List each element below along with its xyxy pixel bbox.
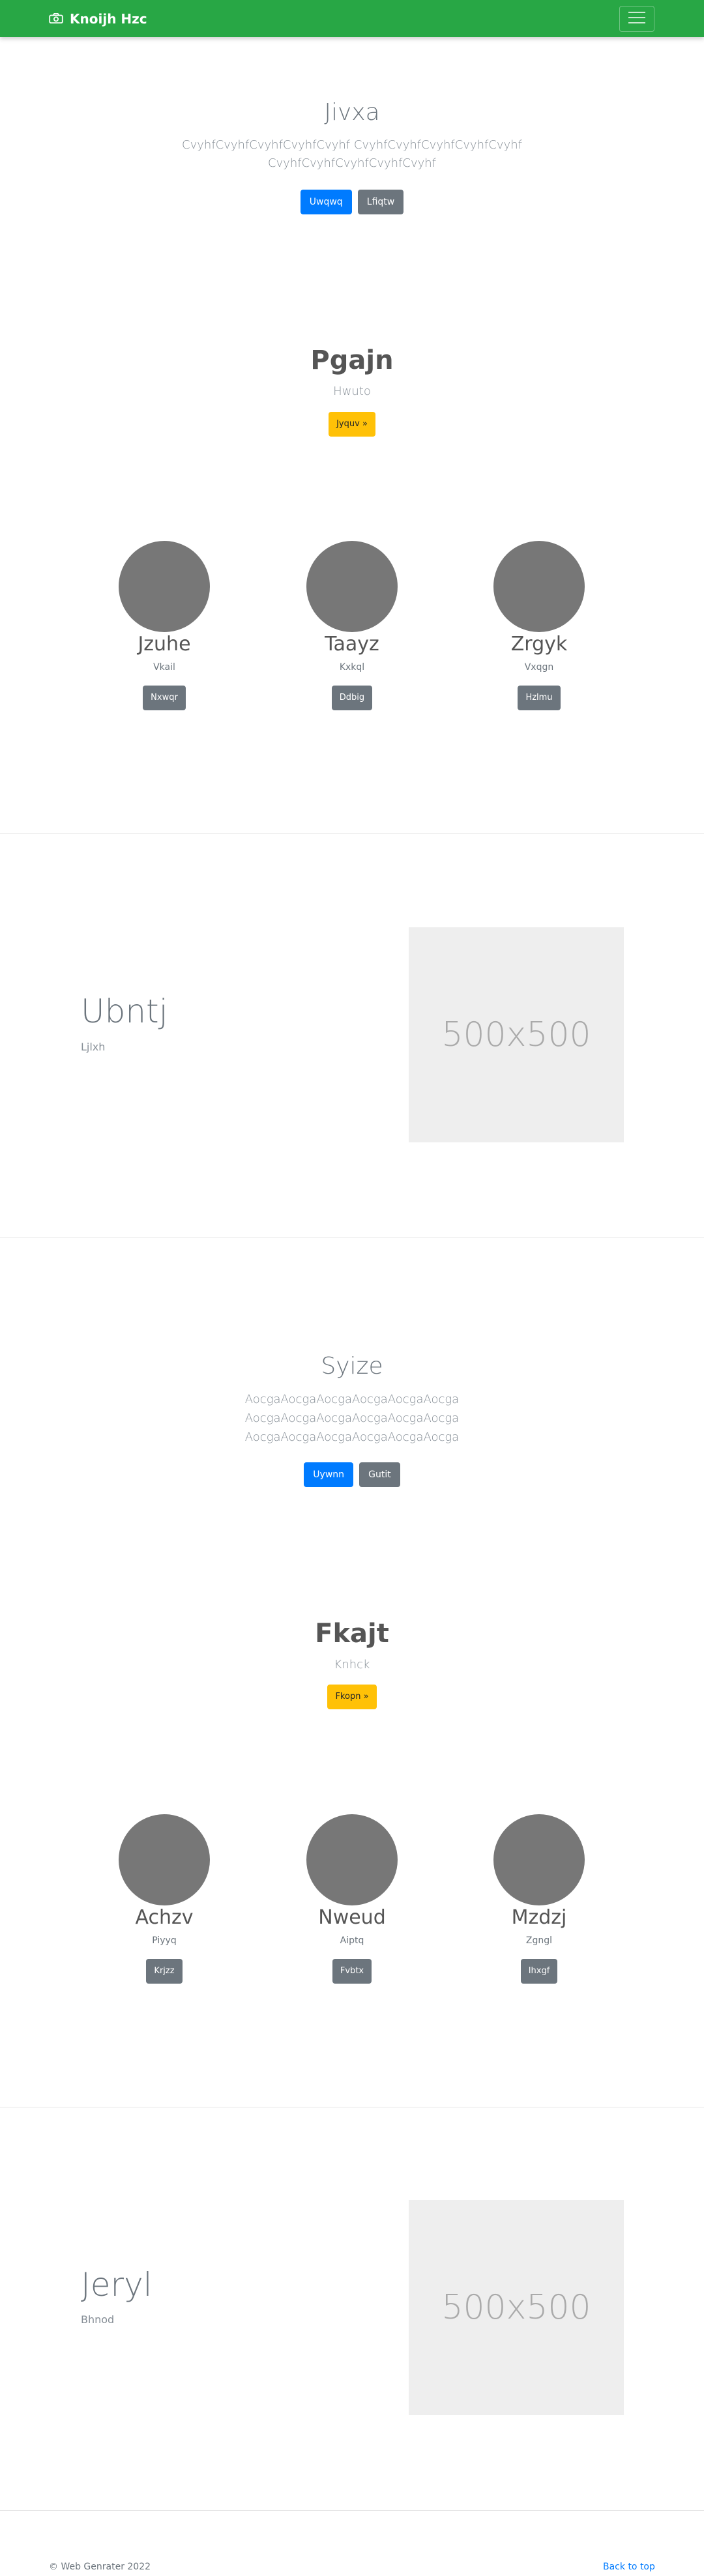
hamburger-menu-icon [627, 10, 647, 27]
team-member-role: Zgngl [525, 1935, 553, 1946]
team-member-role: Kxkql [339, 662, 365, 673]
avatar [306, 1814, 398, 1905]
feature-subtitle: Ljlxh [81, 1041, 106, 1053]
avatar [119, 541, 210, 632]
cta-button[interactable]: Jyquv » [329, 412, 375, 437]
section-divider [0, 2510, 704, 2511]
team-member-button[interactable]: Hzlmu [518, 686, 561, 710]
feature-title: Jeryl [81, 2266, 153, 2304]
placeholder-image: 500x500 [409, 2200, 624, 2415]
hero-buttons: Uywnn Gutit [0, 1462, 704, 1487]
team-member-role: Vxqgn [524, 662, 554, 673]
team-member-name: Mzdzj [511, 1906, 567, 1929]
team-card: Mzdzj Zgngl Ihxgf [474, 1814, 604, 1984]
avatar [306, 541, 398, 632]
hero-primary-button[interactable]: Uywnn [304, 1462, 354, 1487]
cta-title: Fkajt [315, 1619, 389, 1649]
hero-text-line-1: CvyhfCvyhfCvyhfCvyhfCvyhf CvyhfCvyhfCvyh… [182, 138, 522, 152]
team-card: Zrgyk Vxqgn Hzlmu [474, 541, 604, 710]
team-card: Jzuhe Vkail Nxwqr [99, 541, 229, 710]
team-member-name: Taayz [325, 633, 379, 656]
footer-copyright: © Web Genrater 2022 [49, 2562, 151, 2572]
avatar [119, 1814, 210, 1905]
cta-subtitle: Knhck [334, 1658, 370, 1672]
placeholder-image-label: 500x500 [441, 2288, 591, 2327]
team-card: Achzv Piyyq Krjzz [99, 1814, 229, 1984]
team-member-name: Zrgyk [510, 633, 568, 656]
section-divider [0, 833, 704, 834]
brand-text: Knoijh Hzc [70, 10, 147, 27]
navbar-brand[interactable]: Knoijh Hzc [49, 0, 147, 37]
team-member-button[interactable]: Krjzz [146, 1959, 183, 1984]
placeholder-image: 500x500 [409, 927, 624, 1142]
cta-title: Pgajn [310, 345, 394, 375]
hero-text-line-3: AocgaAocgaAocgaAocgaAocgaAocga [244, 1430, 460, 1444]
hero-secondary-button[interactable]: Lfiqtw [357, 190, 404, 214]
team-member-role: Vkail [153, 662, 175, 673]
team-member-button[interactable]: Fvbtx [332, 1959, 372, 1984]
navbar-toggler-button[interactable] [619, 6, 654, 32]
camera-icon [49, 11, 70, 27]
cta-subtitle: Hwuto [333, 384, 371, 398]
feature-subtitle: Bhnod [81, 2313, 115, 2326]
team-card: Nweud Aiptq Fvbtx [287, 1814, 417, 1984]
hero-title: Syize [321, 1353, 383, 1380]
team-member-button[interactable]: Ddbig [331, 686, 373, 710]
feature-title: Ubntj [81, 992, 168, 1030]
team-member-button[interactable]: Nxwqr [143, 686, 186, 710]
navbar: Knoijh Hzc [0, 0, 704, 37]
avatar [493, 1814, 585, 1905]
team-member-name: Achzv [135, 1906, 194, 1929]
team-member-role: Piyyq [152, 1935, 177, 1946]
cta-button[interactable]: Fkopn » [327, 1685, 377, 1709]
hero-text-line-1: AocgaAocgaAocgaAocgaAocgaAocga [244, 1393, 460, 1406]
hero-secondary-button[interactable]: Gutit [359, 1462, 400, 1487]
hero-title: Jivxa [324, 99, 380, 126]
hero-buttons: Uwqwq Lfiqtw [0, 190, 704, 214]
team-card: Taayz Kxkql Ddbig [287, 541, 417, 710]
team-member-name: Nweud [318, 1906, 386, 1929]
team-member-button[interactable]: Ihxgf [520, 1959, 558, 1984]
placeholder-image-label: 500x500 [441, 1015, 591, 1054]
hero-primary-button[interactable]: Uwqwq [300, 190, 352, 214]
avatar [493, 541, 585, 632]
hero-text-line-2: CvyhfCvyhfCvyhfCvyhfCvyhf [267, 156, 437, 170]
back-to-top-link[interactable]: Back to top [603, 2562, 655, 2572]
hero-text-line-2: AocgaAocgaAocgaAocgaAocgaAocga [244, 1411, 460, 1425]
team-member-name: Jzuhe [138, 633, 191, 656]
team-member-role: Aiptq [340, 1935, 364, 1946]
